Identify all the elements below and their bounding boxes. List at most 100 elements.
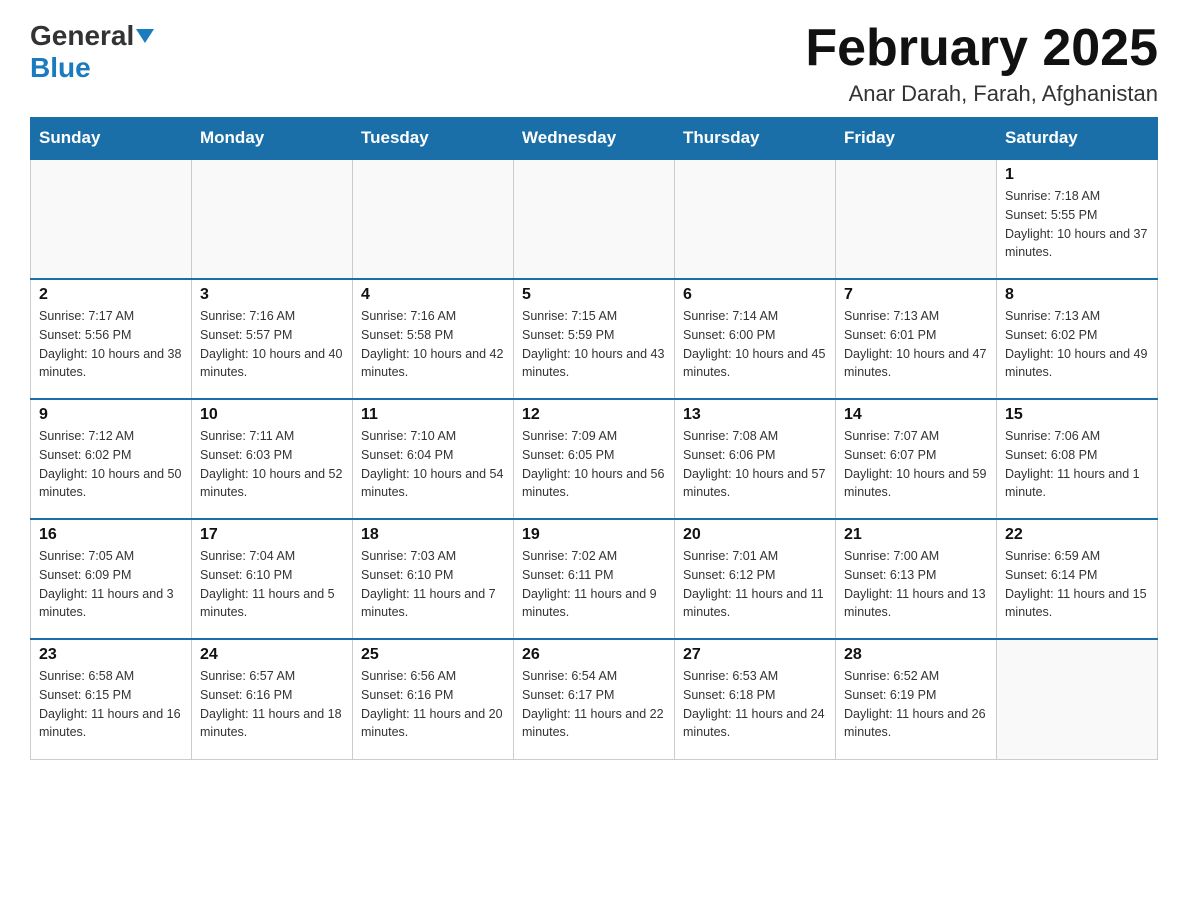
calendar-day-cell: 18 Sunrise: 7:03 AM Sunset: 6:10 PM Dayli… xyxy=(353,519,514,639)
day-info: Sunrise: 7:02 AM Sunset: 6:11 PM Dayligh… xyxy=(522,547,666,622)
calendar-week-row: 23Sunrise: 6:58 AM Sunset: 6:15 PM Dayli… xyxy=(31,639,1158,759)
calendar-day-cell: 4Sunrise: 7:16 AM Sunset: 5:58 PM Daylig… xyxy=(353,279,514,399)
day-info: Sunrise: 7:08 AM Sunset: 6:06 PM Dayligh… xyxy=(683,427,827,502)
calendar-day-cell xyxy=(353,159,514,279)
calendar-day-cell xyxy=(31,159,192,279)
day-number: 20 xyxy=(683,526,827,544)
calendar-week-row: 1 Sunrise: 7:18 AM Sunset: 5:55 PM Daylig… xyxy=(31,159,1158,279)
day-info: Sunrise: 7:10 AM Sunset: 6:04 PM Dayligh… xyxy=(361,427,505,502)
day-info: Sunrise: 6:53 AM Sunset: 6:18 PM Dayligh… xyxy=(683,667,827,742)
calendar-day-cell: 27 Sunrise: 6:53 AM Sunset: 6:18 PM Dayli… xyxy=(675,639,836,759)
day-info: Sunrise: 6:52 AM Sunset: 6:19 PM Dayligh… xyxy=(844,667,988,742)
calendar-day-cell: 5 Sunrise: 7:15 AM Sunset: 5:59 PM Daylig… xyxy=(514,279,675,399)
day-number: 11 xyxy=(361,406,505,424)
day-info: Sunrise: 7:15 AM Sunset: 5:59 PM Dayligh… xyxy=(522,307,666,382)
day-info: Sunrise: 7:18 AM Sunset: 5:55 PM Dayligh… xyxy=(1005,187,1149,262)
calendar-subtitle: Anar Darah, Farah, Afghanistan xyxy=(805,81,1158,107)
calendar-day-cell: 25 Sunrise: 6:56 AM Sunset: 6:16 PM Dayli… xyxy=(353,639,514,759)
day-number: 8 xyxy=(1005,286,1149,304)
calendar-day-cell: 16 Sunrise: 7:05 AM Sunset: 6:09 PM Dayli… xyxy=(31,519,192,639)
day-info: Sunrise: 6:54 AM Sunset: 6:17 PM Dayligh… xyxy=(522,667,666,742)
day-number: 7 xyxy=(844,286,988,304)
day-info: Sunrise: 7:04 AM Sunset: 6:10 PM Dayligh… xyxy=(200,547,344,622)
day-number: 24 xyxy=(200,646,344,664)
day-number: 5 xyxy=(522,286,666,304)
day-number: 14 xyxy=(844,406,988,424)
calendar-day-cell: 3 Sunrise: 7:16 AM Sunset: 5:57 PM Daylig… xyxy=(192,279,353,399)
calendar-day-cell xyxy=(192,159,353,279)
day-number: 6 xyxy=(683,286,827,304)
day-number: 12 xyxy=(522,406,666,424)
day-number: 27 xyxy=(683,646,827,664)
day-number: 25 xyxy=(361,646,505,664)
day-number: 21 xyxy=(844,526,988,544)
day-number: 10 xyxy=(200,406,344,424)
calendar-day-cell: 23Sunrise: 6:58 AM Sunset: 6:15 PM Dayli… xyxy=(31,639,192,759)
header-monday: Monday xyxy=(192,118,353,160)
day-info: Sunrise: 6:59 AM Sunset: 6:14 PM Dayligh… xyxy=(1005,547,1149,622)
calendar-day-cell: 10 Sunrise: 7:11 AM Sunset: 6:03 PM Dayli… xyxy=(192,399,353,519)
calendar-day-cell: 19 Sunrise: 7:02 AM Sunset: 6:11 PM Dayli… xyxy=(514,519,675,639)
day-info: Sunrise: 7:17 AM Sunset: 5:56 PM Dayligh… xyxy=(39,307,183,382)
day-info: Sunrise: 7:01 AM Sunset: 6:12 PM Dayligh… xyxy=(683,547,827,622)
calendar-day-cell: 13 Sunrise: 7:08 AM Sunset: 6:06 PM Dayli… xyxy=(675,399,836,519)
header-thursday: Thursday xyxy=(675,118,836,160)
day-number: 16 xyxy=(39,526,183,544)
day-number: 19 xyxy=(522,526,666,544)
day-info: Sunrise: 7:06 AM Sunset: 6:08 PM Dayligh… xyxy=(1005,427,1149,502)
day-info: Sunrise: 7:03 AM Sunset: 6:10 PM Dayligh… xyxy=(361,547,505,622)
day-info: Sunrise: 7:12 AM Sunset: 6:02 PM Dayligh… xyxy=(39,427,183,502)
calendar-week-row: 16 Sunrise: 7:05 AM Sunset: 6:09 PM Dayli… xyxy=(31,519,1158,639)
day-number: 22 xyxy=(1005,526,1149,544)
calendar-day-cell: 9Sunrise: 7:12 AM Sunset: 6:02 PM Daylig… xyxy=(31,399,192,519)
calendar-day-cell: 28 Sunrise: 6:52 AM Sunset: 6:19 PM Dayli… xyxy=(836,639,997,759)
logo-blue-text: Blue xyxy=(30,52,91,83)
day-number: 3 xyxy=(200,286,344,304)
day-number: 23 xyxy=(39,646,183,664)
calendar-day-cell: 1 Sunrise: 7:18 AM Sunset: 5:55 PM Daylig… xyxy=(997,159,1158,279)
calendar-day-cell xyxy=(997,639,1158,759)
calendar-day-cell: 22 Sunrise: 6:59 AM Sunset: 6:14 PM Dayli… xyxy=(997,519,1158,639)
day-number: 13 xyxy=(683,406,827,424)
calendar-day-cell: 15Sunrise: 7:06 AM Sunset: 6:08 PM Dayli… xyxy=(997,399,1158,519)
header-tuesday: Tuesday xyxy=(353,118,514,160)
header-sunday: Sunday xyxy=(31,118,192,160)
page-header: General Blue February 2025 Anar Darah, F… xyxy=(30,20,1158,107)
calendar-week-row: 2 Sunrise: 7:17 AM Sunset: 5:56 PM Daylig… xyxy=(31,279,1158,399)
header-saturday: Saturday xyxy=(997,118,1158,160)
day-info: Sunrise: 6:56 AM Sunset: 6:16 PM Dayligh… xyxy=(361,667,505,742)
day-info: Sunrise: 7:16 AM Sunset: 5:57 PM Dayligh… xyxy=(200,307,344,382)
calendar-day-cell: 12Sunrise: 7:09 AM Sunset: 6:05 PM Dayli… xyxy=(514,399,675,519)
calendar-day-cell xyxy=(514,159,675,279)
day-info: Sunrise: 7:13 AM Sunset: 6:01 PM Dayligh… xyxy=(844,307,988,382)
header-friday: Friday xyxy=(836,118,997,160)
day-info: Sunrise: 7:07 AM Sunset: 6:07 PM Dayligh… xyxy=(844,427,988,502)
calendar-day-cell xyxy=(675,159,836,279)
day-number: 28 xyxy=(844,646,988,664)
calendar-day-cell: 14 Sunrise: 7:07 AM Sunset: 6:07 PM Dayli… xyxy=(836,399,997,519)
day-number: 26 xyxy=(522,646,666,664)
calendar-day-cell: 2 Sunrise: 7:17 AM Sunset: 5:56 PM Daylig… xyxy=(31,279,192,399)
day-number: 18 xyxy=(361,526,505,544)
day-info: Sunrise: 7:13 AM Sunset: 6:02 PM Dayligh… xyxy=(1005,307,1149,382)
calendar-day-cell: 24 Sunrise: 6:57 AM Sunset: 6:16 PM Dayli… xyxy=(192,639,353,759)
logo-general-text: General xyxy=(30,20,134,52)
day-info: Sunrise: 7:05 AM Sunset: 6:09 PM Dayligh… xyxy=(39,547,183,622)
calendar-title: February 2025 xyxy=(805,20,1158,77)
calendar-table: Sunday Monday Tuesday Wednesday Thursday… xyxy=(30,117,1158,760)
calendar-day-cell: 21Sunrise: 7:00 AM Sunset: 6:13 PM Dayli… xyxy=(836,519,997,639)
day-number: 4 xyxy=(361,286,505,304)
calendar-day-cell: 6Sunrise: 7:14 AM Sunset: 6:00 PM Daylig… xyxy=(675,279,836,399)
day-info: Sunrise: 7:11 AM Sunset: 6:03 PM Dayligh… xyxy=(200,427,344,502)
calendar-day-cell xyxy=(836,159,997,279)
calendar-header-row: Sunday Monday Tuesday Wednesday Thursday… xyxy=(31,118,1158,160)
logo: General Blue xyxy=(30,20,154,84)
day-number: 1 xyxy=(1005,166,1149,184)
calendar-day-cell: 17Sunrise: 7:04 AM Sunset: 6:10 PM Dayli… xyxy=(192,519,353,639)
title-block: February 2025 Anar Darah, Farah, Afghani… xyxy=(805,20,1158,107)
day-info: Sunrise: 6:57 AM Sunset: 6:16 PM Dayligh… xyxy=(200,667,344,742)
calendar-day-cell: 26 Sunrise: 6:54 AM Sunset: 6:17 PM Dayli… xyxy=(514,639,675,759)
calendar-day-cell: 8 Sunrise: 7:13 AM Sunset: 6:02 PM Daylig… xyxy=(997,279,1158,399)
day-number: 2 xyxy=(39,286,183,304)
calendar-day-cell: 20 Sunrise: 7:01 AM Sunset: 6:12 PM Dayli… xyxy=(675,519,836,639)
